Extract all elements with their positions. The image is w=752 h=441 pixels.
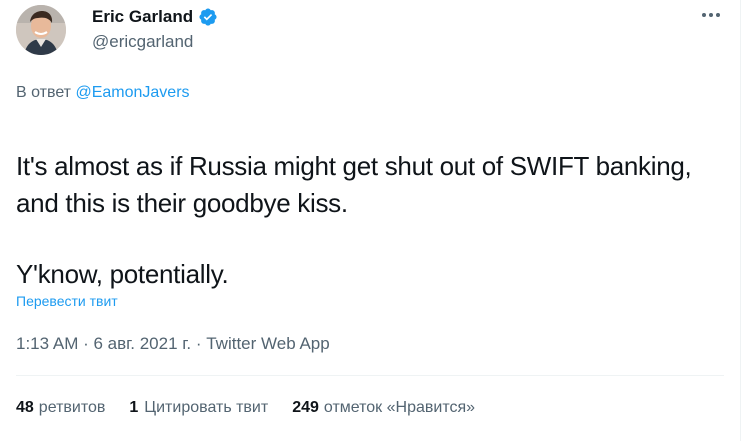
tweet-paragraph-1: It's almost as if Russia might get shut … (16, 151, 692, 218)
meta-separator: · (78, 334, 94, 353)
retweets-label: ретвитов (38, 399, 106, 416)
avatar-photo (16, 5, 66, 55)
quotes-count: 1 (129, 399, 139, 416)
reply-context: В ответ @EamonJavers (16, 84, 190, 102)
retweets-stat[interactable]: 48 ретвитов (16, 399, 105, 417)
meta-separator: · (191, 334, 207, 353)
tweet-stats: 48 ретвитов 1 Цитировать твит 249 отметок «… (16, 399, 475, 417)
tweet-text: It's almost as if Russia might get shut … (16, 148, 716, 293)
translate-tweet-link[interactable]: Перевести твит (16, 293, 118, 309)
reply-mention-link[interactable]: @EamonJavers (75, 84, 189, 101)
tweet-time[interactable]: 1:13 AM (16, 334, 78, 353)
tweet-source[interactable]: Twitter Web App (206, 334, 329, 353)
likes-stat[interactable]: 249 отметок «Нравится» (292, 399, 475, 417)
display-name[interactable]: Eric Garland (92, 7, 193, 27)
more-options-button[interactable] (694, 2, 728, 28)
tweet: Eric Garland @ericgarland В ответ @Eamon… (0, 0, 741, 441)
more-dots-icon (702, 13, 720, 17)
reply-prefix: В ответ (16, 84, 72, 101)
quotes-label: Цитировать твит (144, 399, 269, 416)
retweets-count: 48 (16, 399, 34, 416)
author-handle[interactable]: @ericgarland (92, 32, 193, 52)
quotes-stat[interactable]: 1 Цитировать твит (129, 399, 268, 417)
tweet-paragraph-2: Y'know, potentially. (16, 259, 229, 289)
author-name-row[interactable]: Eric Garland (92, 7, 218, 27)
tweet-meta: 1:13 AM · 6 авг. 2021 г. · Twitter Web A… (16, 334, 330, 354)
avatar[interactable] (16, 5, 66, 55)
verified-badge-icon (199, 8, 217, 26)
likes-count: 249 (292, 399, 319, 416)
divider (16, 375, 724, 376)
tweet-date[interactable]: 6 авг. 2021 г. (93, 334, 191, 353)
likes-label: отметок «Нравится» (323, 399, 476, 416)
